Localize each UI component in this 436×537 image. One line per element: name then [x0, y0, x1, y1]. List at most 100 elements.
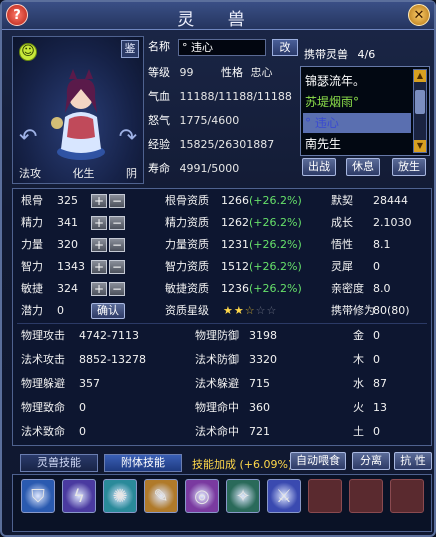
rotate-left-icon[interactable]: ↶	[19, 125, 37, 150]
empty-skill-slot[interactable]	[390, 479, 424, 513]
carried-pets-list[interactable]: ▲ ▼ 锦瑟流年。 苏堤烟雨° ° 违心 南先生	[300, 66, 430, 156]
right-stat-value: 80(80)	[373, 304, 410, 317]
appraise-button[interactable]: 鉴	[121, 40, 139, 58]
pet-tag: 化生	[72, 167, 95, 180]
spirit-icon[interactable]: ✧	[226, 479, 260, 513]
name-row: 名称 ° 违心 改	[148, 38, 298, 56]
tab-attach-skills[interactable]: 附体技能	[104, 454, 182, 472]
aptitude-star-label: 资质星级	[165, 304, 209, 317]
plus-icon[interactable]: +	[91, 194, 107, 208]
window-title: 灵 兽	[177, 10, 259, 30]
combat-stat-value: 721	[249, 425, 270, 438]
skill-bar: ⛉ ϟ ✺ ✎ ◎ ✧ ⚔	[12, 474, 432, 532]
confirm-button[interactable]: 确认	[91, 303, 125, 319]
base-stat-value: 324	[57, 282, 78, 295]
aptitude-label: 根骨资质	[165, 194, 209, 207]
aptitude-label: 精力资质	[165, 216, 209, 229]
lightning-icon[interactable]: ϟ	[62, 479, 96, 513]
right-stat-value: 8.0	[373, 282, 391, 295]
scroll-up-icon[interactable]: ▲	[414, 70, 426, 82]
empty-skill-slot[interactable]	[349, 479, 383, 513]
right-stat-value: 28444	[373, 194, 408, 207]
pet-character-image	[51, 69, 105, 160]
combat-stat-value: 360	[249, 401, 270, 414]
tab-pet-skills[interactable]: 灵兽技能	[20, 454, 98, 472]
minus-icon[interactable]: −	[109, 238, 125, 252]
element-value: 0	[373, 329, 380, 342]
scroll-thumb[interactable]	[415, 90, 425, 114]
carried-pet-item[interactable]: ° 违心	[303, 113, 411, 133]
aptitude-bonus: (+26.2%)	[249, 216, 302, 229]
scroll-down-icon[interactable]: ▼	[414, 140, 426, 152]
aptitude-value: 1236	[221, 282, 249, 295]
element-value: 13	[373, 401, 387, 414]
swirl-icon[interactable]: ◎	[185, 479, 219, 513]
plus-icon[interactable]: +	[91, 238, 107, 252]
combat-stat-label: 物理躲避	[21, 377, 65, 390]
base-stat-label: 精力	[21, 216, 43, 229]
name-field[interactable]: ° 违心	[178, 39, 266, 56]
life-row: 寿命 4991/5000	[148, 162, 240, 175]
combat-stat-value: 3320	[249, 353, 277, 366]
plus-icon[interactable]: +	[91, 216, 107, 230]
pet-tag: 法攻	[19, 167, 41, 180]
combat-stat-label: 法术致命	[21, 425, 65, 438]
base-stat-label: 智力	[21, 260, 43, 273]
combat-stat-label: 法术攻击	[21, 353, 65, 366]
right-stat-label: 携带修为	[331, 304, 375, 317]
plus-icon[interactable]: +	[91, 260, 107, 274]
deploy-button[interactable]: 出战	[302, 158, 336, 176]
combat-stat-label: 法术躲避	[195, 377, 239, 390]
plus-icon[interactable]: +	[91, 282, 107, 296]
minus-icon[interactable]: −	[109, 260, 125, 274]
aptitude-bonus: (+26.2%)	[249, 238, 302, 251]
carried-pet-item[interactable]: 南先生	[303, 134, 411, 154]
element-label: 火	[353, 401, 364, 414]
minus-icon[interactable]: −	[109, 216, 125, 230]
combat-stat-label: 法术命中	[195, 425, 239, 438]
base-stat-value: 341	[57, 216, 78, 229]
combat-stat-label: 法术防御	[195, 353, 239, 366]
minus-icon[interactable]: −	[109, 194, 125, 208]
combat-stat-value: 0	[79, 401, 86, 414]
right-stat-value: 8.1	[373, 238, 391, 251]
combat-stat-label: 物理致命	[21, 401, 65, 414]
aptitude-value: 1266	[221, 194, 249, 207]
base-stat-value: 320	[57, 238, 78, 251]
right-stat-label: 成长	[331, 216, 353, 229]
divider	[17, 323, 427, 324]
aptitude-stars: ★★☆☆☆	[223, 304, 278, 317]
title-bar[interactable]: ? 灵 兽 ✕	[2, 2, 434, 30]
carried-pet-item[interactable]: 锦瑟流年。	[303, 71, 411, 91]
resist-button[interactable]: 抗 性	[394, 452, 432, 470]
aptitude-bonus: (+26.2%)	[249, 194, 302, 207]
rest-button[interactable]: 休息	[346, 158, 380, 176]
carried-scrollbar[interactable]: ▲ ▼	[413, 69, 427, 153]
shield-icon[interactable]: ⛉	[21, 479, 55, 513]
combat-stat-value: 4742-7113	[79, 329, 139, 342]
feather-icon[interactable]: ✎	[144, 479, 178, 513]
attributes-panel: 根骨 325 + − 根骨资质 1266 (+26.2%) 精力 341 + − 精力资质 1262 (+…	[12, 188, 432, 446]
auto-feed-button[interactable]: 自动喂食	[290, 452, 346, 470]
potential-label: 潜力	[21, 304, 43, 317]
separate-button[interactable]: 分离	[352, 452, 390, 470]
element-label: 水	[353, 377, 364, 390]
minus-icon[interactable]: −	[109, 282, 125, 296]
release-button[interactable]: 放生	[392, 158, 426, 176]
right-stat-value: 0	[373, 260, 380, 273]
rename-button[interactable]: 改	[272, 39, 298, 56]
carried-pet-item[interactable]: 苏堤烟雨°	[303, 92, 411, 112]
close-button[interactable]: ✕	[408, 4, 430, 26]
combat-stat-value: 8852-13278	[79, 353, 146, 366]
smiley-icon[interactable]: ☺	[19, 43, 37, 61]
rotate-right-icon[interactable]: ↷	[119, 125, 137, 150]
level-row: 等级 99 性格 忠心	[148, 66, 273, 79]
sword-icon[interactable]: ⚔	[267, 479, 301, 513]
potential-value: 0	[57, 304, 64, 317]
combat-stat-value: 0	[79, 425, 86, 438]
element-label: 木	[353, 353, 364, 366]
aptitude-label: 敏捷资质	[165, 282, 209, 295]
empty-skill-slot[interactable]	[308, 479, 342, 513]
element-label: 土	[353, 425, 364, 438]
sparkle-icon[interactable]: ✺	[103, 479, 137, 513]
